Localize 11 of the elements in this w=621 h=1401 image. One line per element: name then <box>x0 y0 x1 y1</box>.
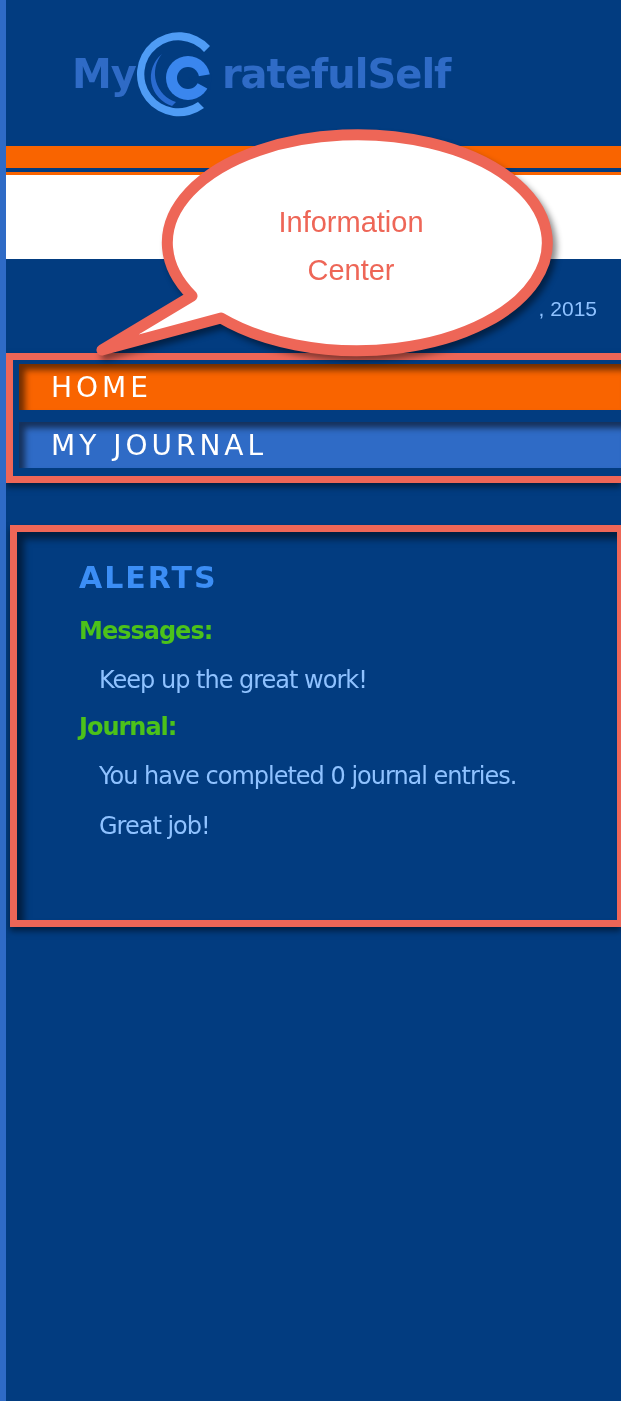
nav-item[interactable]: HOME <box>19 364 621 410</box>
alerts-title: ALERTS <box>79 560 219 595</box>
nav-item[interactable]: MY JOURNAL <box>19 422 621 468</box>
alert-label: Messages: <box>79 617 214 645</box>
logo-text: My <box>72 51 136 97</box>
callout-text: Information Center <box>277 205 425 288</box>
alert-text: Keep up the great work! <box>98 665 368 696</box>
date-text: , 2015 <box>538 297 597 322</box>
alert-label: Journal: <box>79 713 178 741</box>
alert-text: You have completed 0 journal entries. Great job! <box>98 761 517 842</box>
logo-text: ratefulSelf <box>221 51 451 97</box>
